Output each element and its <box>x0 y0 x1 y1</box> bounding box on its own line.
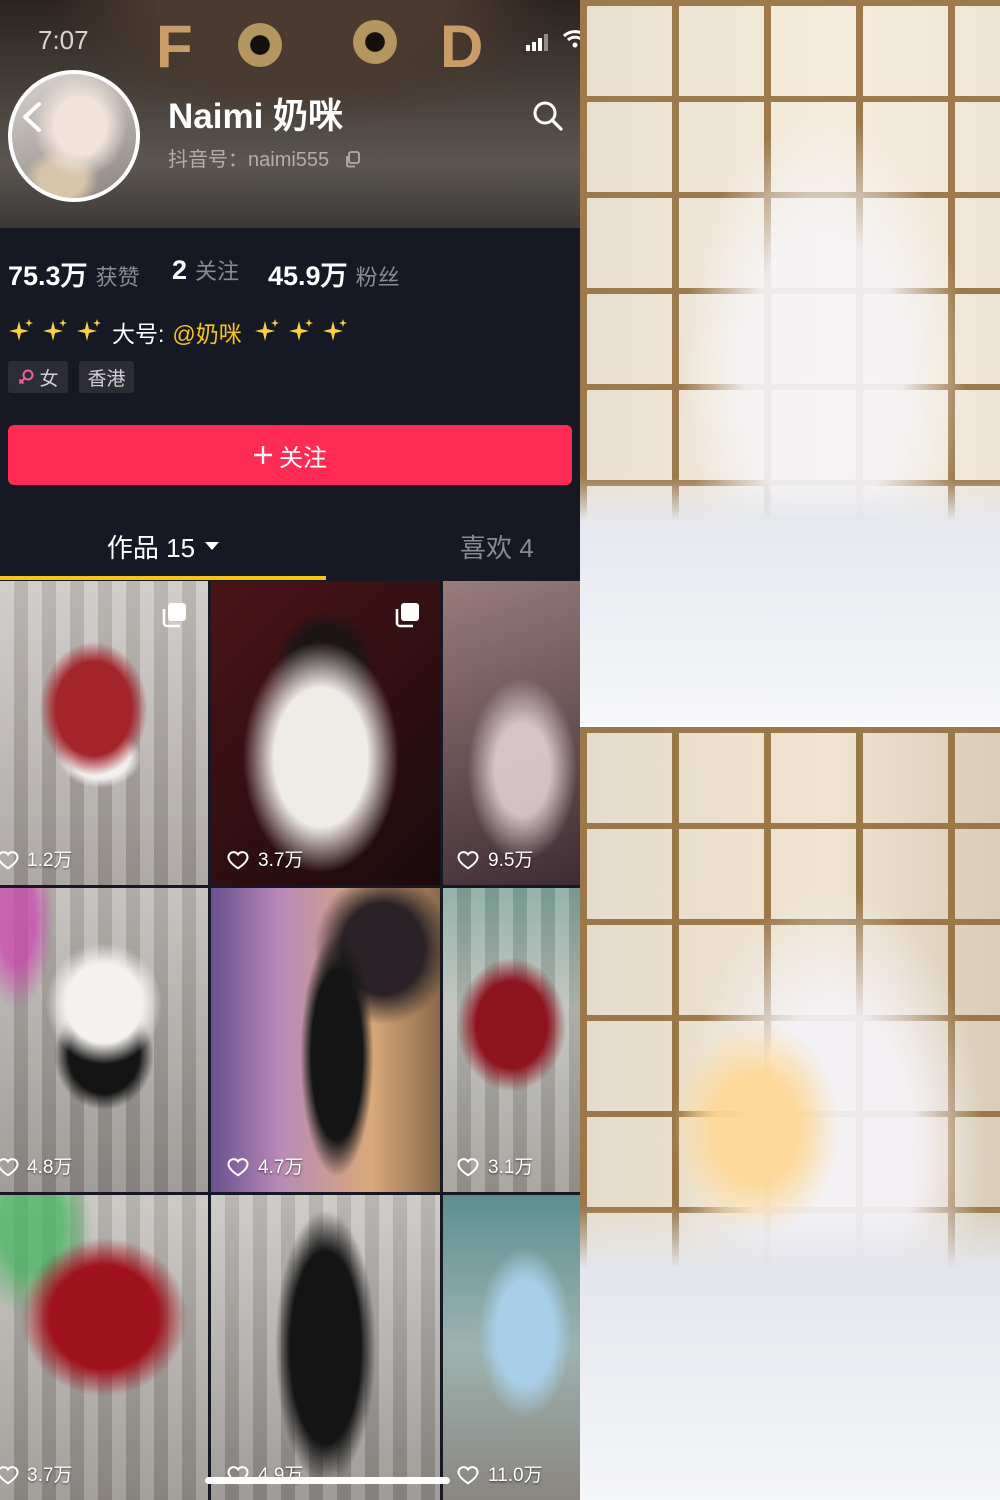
tab-likes[interactable]: 喜欢 4 <box>460 528 534 564</box>
like-count: 4.9万 <box>258 1465 304 1486</box>
heart-icon <box>457 851 479 870</box>
douyin-id: 抖音号：naimi555 <box>168 149 330 171</box>
like-count: 3.7万 <box>258 850 304 871</box>
stat-label: 关注 <box>195 259 240 284</box>
tab-label: 喜欢 4 <box>460 532 534 563</box>
video-tile[interactable]: 4.8万 <box>0 888 208 1192</box>
profile-screen: F D 7:07 Naimi 奶咪 抖音号：naimi555 75.3万 获赞 … <box>0 0 580 1500</box>
follow-button[interactable]: 关注 <box>8 425 572 485</box>
sparkles-icon <box>323 319 347 341</box>
banner-eye <box>238 23 282 67</box>
bio-label: 大号: <box>112 321 165 347</box>
follow-button-label: 关注 <box>279 444 327 472</box>
video-tile[interactable]: 3.7万 <box>0 1195 208 1500</box>
sparkles-icon <box>289 319 313 341</box>
multi-image-icon <box>162 603 186 628</box>
signal-icon <box>526 34 548 51</box>
multi-image-icon <box>395 603 419 628</box>
like-count: 11.0万 <box>488 1465 543 1486</box>
stat-label: 获赞 <box>95 265 140 290</box>
heart-icon <box>0 1466 19 1485</box>
plus-icon <box>254 446 272 464</box>
like-count: 3.7万 <box>27 1465 73 1486</box>
photo-top <box>580 0 1000 723</box>
tab-label: 作品 15 <box>106 532 196 563</box>
wifi-icon <box>562 30 580 48</box>
bio-mention-link[interactable]: @奶咪 <box>172 315 241 349</box>
tab-works[interactable]: 作品 15 <box>0 528 326 564</box>
like-count: 4.7万 <box>258 1157 304 1178</box>
like-count: 4.8万 <box>27 1157 73 1178</box>
video-tile[interactable]: 3.7万 <box>211 581 440 885</box>
banner-eye <box>353 20 397 64</box>
video-tile[interactable]: 1.2万 <box>0 581 208 885</box>
stat-following[interactable]: 2 关注 <box>172 254 239 288</box>
bio: 大号: @奶咪 <box>112 315 242 349</box>
copy-icon[interactable] <box>344 150 362 168</box>
banner-letter: D <box>440 13 484 80</box>
heart-icon <box>457 1158 479 1177</box>
video-tile[interactable]: 4.7万 <box>211 888 440 1192</box>
tag-label: 女 <box>39 368 59 390</box>
stat-value: 2 <box>172 255 188 285</box>
sparkles-icon <box>255 319 279 341</box>
avatar[interactable] <box>8 70 140 202</box>
caret-down-icon[interactable] <box>205 541 220 551</box>
like-count: 1.2万 <box>27 850 73 871</box>
tag-label: 香港 <box>87 368 126 390</box>
like-count: 9.5万 <box>488 850 534 871</box>
like-count: 3.1万 <box>488 1157 534 1178</box>
back-arrow-icon[interactable] <box>18 100 46 134</box>
video-tile[interactable]: 11.0万 <box>443 1195 580 1500</box>
stat-value: 45.9万 <box>268 261 348 291</box>
heart-icon <box>457 1466 479 1485</box>
video-tile[interactable]: 9.5万 <box>443 581 580 885</box>
photo-bottom <box>580 727 1000 1500</box>
stat-likes[interactable]: 75.3万 获赞 <box>8 254 140 291</box>
collage: F D 7:07 Naimi 奶咪 抖音号：naimi555 75.3万 获赞 … <box>0 0 1000 1500</box>
sparkles-icon <box>9 319 33 341</box>
sparkles-icon <box>43 319 67 341</box>
female-icon <box>19 369 34 385</box>
heart-icon <box>227 1158 249 1177</box>
tag-location: 香港 <box>79 361 134 393</box>
home-indicator[interactable] <box>205 1477 450 1484</box>
tag-gender: 女 <box>8 361 68 393</box>
stat-value: 75.3万 <box>8 261 88 291</box>
heart-icon <box>0 1158 19 1177</box>
search-icon[interactable] <box>530 98 566 134</box>
heart-icon <box>227 851 249 870</box>
status-time: 7:07 <box>38 25 89 55</box>
stat-followers[interactable]: 45.9万 粉丝 <box>268 254 400 291</box>
heart-icon <box>0 851 19 870</box>
stat-label: 粉丝 <box>355 265 400 290</box>
sparkles-icon <box>77 319 101 341</box>
video-tile[interactable]: 4.9万 <box>211 1195 440 1500</box>
tab-indicator <box>0 576 326 580</box>
profile-name: Naimi 奶咪 <box>168 97 344 136</box>
video-tile[interactable]: 3.1万 <box>443 888 580 1192</box>
banner-letter: F <box>156 13 193 80</box>
